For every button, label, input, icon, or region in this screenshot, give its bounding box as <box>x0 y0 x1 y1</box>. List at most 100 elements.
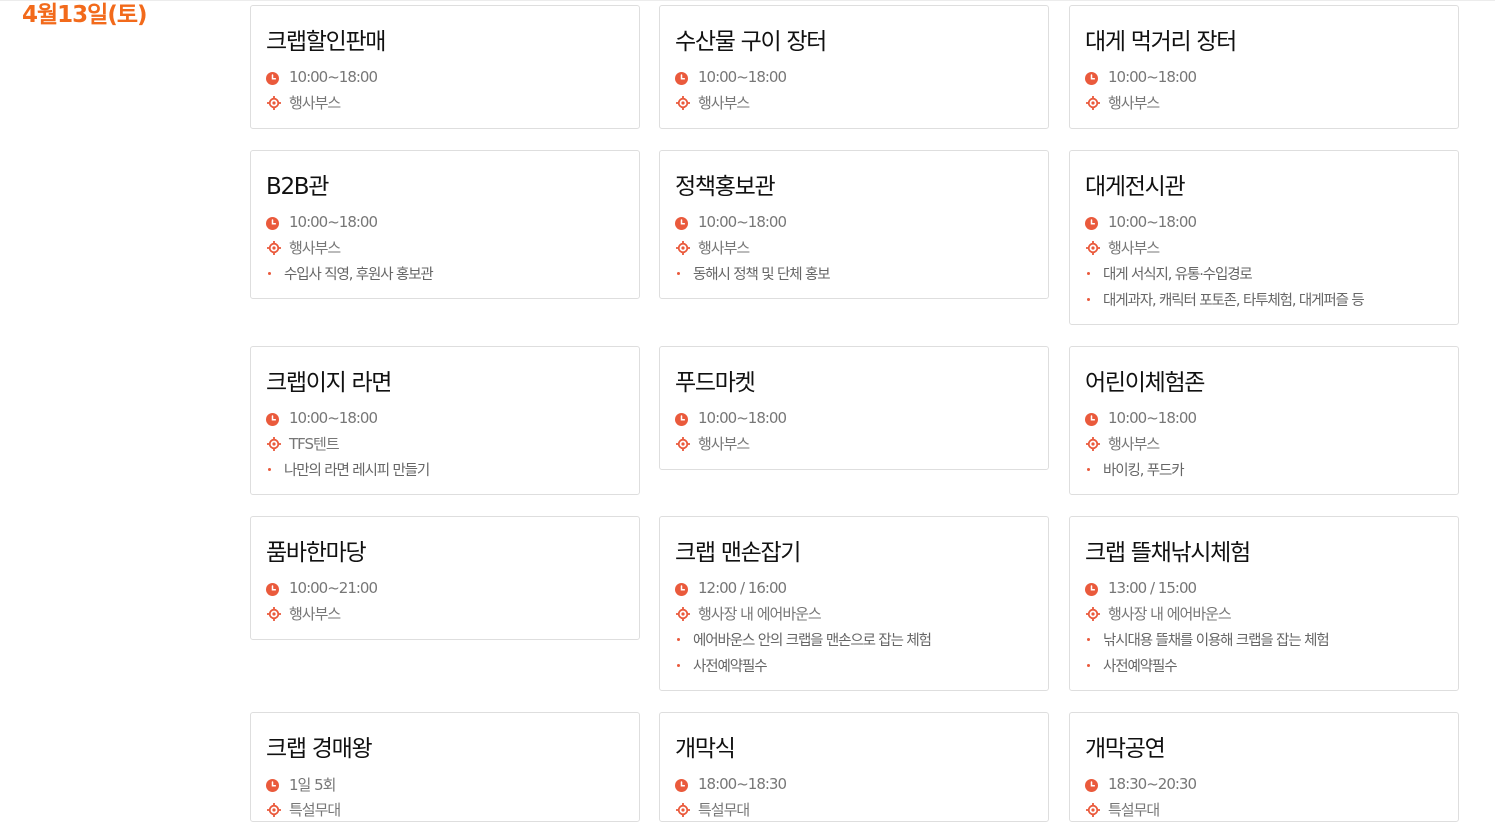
event-location-row: 행사부스 <box>266 92 341 112</box>
event-title: 수산물 구이 장터 <box>675 29 827 55</box>
event-location-row: 행사부스 <box>266 237 341 257</box>
event-time-row: 10:00~18:00 <box>266 212 378 232</box>
clock-icon <box>266 71 279 85</box>
bullet-dot-icon <box>1087 297 1090 301</box>
event-title: 정책홍보관 <box>675 174 776 200</box>
event-time-row: 10:00~18:00 <box>675 67 787 87</box>
event-time: 10:00~18:00 <box>1108 68 1197 86</box>
event-time-row: 18:00~18:30 <box>675 774 787 794</box>
location-target-icon <box>267 95 281 110</box>
event-title: 푸드마켓 <box>675 370 756 396</box>
clock-icon <box>1085 216 1098 230</box>
event-card-15: 개막공연 18:30~20:30 특설무대 <box>1069 712 1459 822</box>
event-card-11: 크랩 맨손잡기 12:00 / 16:00 행사장 내 에어바운스에어바운스 안의 … <box>659 516 1049 691</box>
location-target-icon <box>1086 802 1100 817</box>
event-title: 개막식 <box>675 736 736 762</box>
event-detail: 동해시 정책 및 단체 홍보 <box>677 263 831 283</box>
event-card-6: 대게전시관 10:00~18:00 행사부스 대게 서식지, 유통·수입경로 대게과자,… <box>1069 150 1459 325</box>
event-location: 행사부스 <box>1108 93 1160 112</box>
event-location-row: 특설무대 <box>266 799 341 819</box>
event-card-3: 대게 먹거리 장터 10:00~18:00 행사부스 <box>1069 5 1459 129</box>
event-time: 18:30~20:30 <box>1108 775 1197 793</box>
clock-icon <box>1085 582 1098 596</box>
event-location-row: 행사부스 <box>1085 92 1160 112</box>
bullet-dot-icon <box>1087 467 1090 471</box>
event-detail: 낚시대용 뜰채를 이용해 크랩을 잡는 체험 <box>1087 629 1330 649</box>
event-title: B2B관 <box>266 174 329 200</box>
bullet-dot-icon <box>677 637 680 641</box>
location-target-icon <box>676 240 690 255</box>
location-target-icon <box>676 802 690 817</box>
event-detail-text: 사전예약필수 <box>693 658 768 675</box>
event-detail-text: 나만의 라면 레시피 만들기 <box>284 462 430 479</box>
event-location-row: 행사부스 <box>266 603 341 623</box>
location-target-icon <box>676 436 690 451</box>
event-location: 행사부스 <box>1108 434 1160 453</box>
clock-icon <box>266 778 279 792</box>
event-card-4: B2B관 10:00~18:00 행사부스수입사 직영, 후원사 홍보관 <box>250 150 640 299</box>
event-card-14: 개막식 18:00~18:30 특설무대 <box>659 712 1049 822</box>
event-detail: 사전예약필수 <box>677 655 768 675</box>
event-detail: 대게 서식지, 유통·수입경로 <box>1087 263 1253 283</box>
clock-icon <box>675 71 688 85</box>
event-detail-text: 대게과자, 캐릭터 포토존, 타투체험, 대게퍼즐 등 <box>1103 292 1365 309</box>
event-time: 10:00~18:00 <box>289 213 378 231</box>
event-location: 행사부스 <box>289 93 341 112</box>
event-detail-text: 사전예약필수 <box>1103 658 1178 675</box>
event-time-row: 10:00~18:00 <box>675 212 787 232</box>
event-location-row: TFS텐트 <box>266 433 340 453</box>
bullet-dot-icon <box>677 271 680 275</box>
event-detail-text: 수입사 직영, 후원사 홍보관 <box>284 266 434 283</box>
location-target-icon <box>267 802 281 817</box>
bullet-dot-icon <box>1087 663 1090 667</box>
event-location-row: 행사부스 <box>675 237 750 257</box>
event-time-row: 18:30~20:30 <box>1085 774 1197 794</box>
event-time-row: 1일 5회 <box>266 774 336 794</box>
event-location: 특설무대 <box>698 800 750 819</box>
event-location: 행사부스 <box>289 604 341 623</box>
clock-icon <box>1085 412 1098 426</box>
event-time: 10:00~21:00 <box>289 579 378 597</box>
event-detail: 사전예약필수 <box>1087 655 1178 675</box>
location-target-icon <box>1086 436 1100 451</box>
event-location-row: 행사부스 <box>1085 433 1160 453</box>
event-detail: 수입사 직영, 후원사 홍보관 <box>268 263 434 283</box>
event-location: 행사부스 <box>289 238 341 257</box>
event-detail: 대게과자, 캐릭터 포토존, 타투체험, 대게퍼즐 등 <box>1087 289 1365 309</box>
event-time-row: 10:00~18:00 <box>1085 212 1197 232</box>
clock-icon <box>675 778 688 792</box>
location-target-icon <box>1086 240 1100 255</box>
event-time: 10:00~18:00 <box>1108 213 1197 231</box>
clock-icon <box>675 412 688 426</box>
event-time: 12:00 / 16:00 <box>698 579 787 597</box>
event-location: 특설무대 <box>289 800 341 819</box>
event-location-row: 행사부스 <box>675 433 750 453</box>
event-time-row: 10:00~18:00 <box>1085 67 1197 87</box>
event-detail: 에어바운스 안의 크랩을 맨손으로 잡는 체험 <box>677 629 932 649</box>
bullet-dot-icon <box>1087 271 1090 275</box>
event-time: 1일 5회 <box>289 775 336 794</box>
event-time: 10:00~18:00 <box>289 409 378 427</box>
event-title: 크랩 맨손잡기 <box>675 540 801 566</box>
clock-icon <box>266 582 279 596</box>
event-time: 10:00~18:00 <box>698 409 787 427</box>
event-title: 크랩이지 라면 <box>266 370 392 396</box>
event-card-9: 어린이체험존 10:00~18:00 행사부스 바이킹, 푸드카 <box>1069 346 1459 495</box>
clock-icon <box>266 412 279 426</box>
event-detail: 바이킹, 푸드카 <box>1087 459 1185 479</box>
location-target-icon <box>1086 606 1100 621</box>
event-time: 10:00~18:00 <box>289 68 378 86</box>
event-card-7: 크랩이지 라면 10:00~18:00 TFS텐트나만의 라면 레시피 만들기 <box>250 346 640 495</box>
event-time: 10:00~18:00 <box>698 68 787 86</box>
location-target-icon <box>1086 95 1100 110</box>
clock-icon <box>1085 71 1098 85</box>
event-time: 10:00~18:00 <box>698 213 787 231</box>
event-location-row: 행사부스 <box>1085 237 1160 257</box>
event-time-row: 10:00~18:00 <box>675 408 787 428</box>
event-time: 18:00~18:30 <box>698 775 787 793</box>
event-location: 행사장 내 에어바운스 <box>698 604 822 623</box>
event-location-row: 행사부스 <box>675 92 750 112</box>
event-location-row: 행사장 내 에어바운스 <box>675 603 822 623</box>
bullet-dot-icon <box>1087 637 1090 641</box>
event-detail-text: 낚시대용 뜰채를 이용해 크랩을 잡는 체험 <box>1103 632 1330 649</box>
